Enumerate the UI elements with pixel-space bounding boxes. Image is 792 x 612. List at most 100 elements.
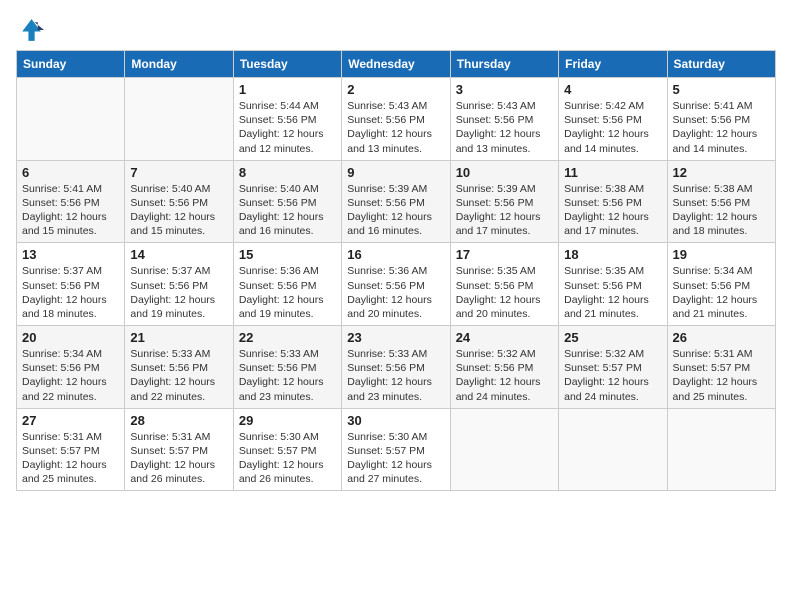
day-number: 3 — [456, 82, 553, 97]
day-number: 11 — [564, 165, 661, 180]
cell-info: Sunrise: 5:36 AM Sunset: 5:56 PM Dayligh… — [347, 264, 444, 321]
calendar-cell: 1 Sunrise: 5:44 AM Sunset: 5:56 PM Daylig… — [233, 78, 341, 161]
day-number: 6 — [22, 165, 119, 180]
calendar-cell: 15Sunrise: 5:36 AM Sunset: 5:56 PM Dayli… — [233, 243, 341, 326]
calendar-cell: 13Sunrise: 5:37 AM Sunset: 5:56 PM Dayli… — [17, 243, 125, 326]
day-number: 25 — [564, 330, 661, 345]
day-number: 27 — [22, 413, 119, 428]
day-number: 12 — [673, 165, 770, 180]
cell-info: Sunrise: 5:41 AM Sunset: 5:56 PM Dayligh… — [22, 182, 119, 239]
calendar-week-row: 13 Sunrise: 5:37 AM Sunset: 5:56 PM Dayli… — [17, 243, 776, 326]
day-number: 24 — [456, 330, 553, 345]
page-header — [16, 16, 776, 44]
day-number: 29 — [239, 413, 336, 428]
calendar-week-row: 20Sunrise: 5:34 AM Sunset: 5:56 PM Dayli… — [17, 326, 776, 409]
day-number: 9 — [347, 165, 444, 180]
calendar-cell: 6 Sunrise: 5:41 AM Sunset: 5:56 PM Daylig… — [17, 160, 125, 243]
column-header-thursday: Thursday — [450, 51, 558, 78]
column-header-tuesday: Tuesday — [233, 51, 341, 78]
cell-info: Sunrise: 5:33 AM Sunset: 5:56 PM Dayligh… — [347, 347, 444, 404]
cell-info: Sunrise: 5:31 AM Sunset: 5:57 PM Dayligh… — [130, 430, 227, 487]
calendar-cell — [125, 78, 233, 161]
calendar-cell: 25 Sunrise: 5:32 AM Sunset: 5:57 PM Dayli… — [559, 326, 667, 409]
cell-info: Sunrise: 5:43 AM Sunset: 5:56 PM Dayligh… — [347, 99, 444, 156]
day-number: 4 — [564, 82, 661, 97]
calendar-cell: 21 Sunrise: 5:33 AM Sunset: 5:56 PM Dayli… — [125, 326, 233, 409]
calendar-cell: 18 Sunrise: 5:35 AM Sunset: 5:56 PM Dayli… — [559, 243, 667, 326]
calendar-cell: 8Sunrise: 5:40 AM Sunset: 5:56 PM Daylig… — [233, 160, 341, 243]
logo — [16, 16, 48, 44]
calendar-cell: 23 Sunrise: 5:33 AM Sunset: 5:56 PM Dayli… — [342, 326, 450, 409]
cell-info: Sunrise: 5:33 AM Sunset: 5:56 PM Dayligh… — [239, 347, 336, 404]
column-header-monday: Monday — [125, 51, 233, 78]
calendar-week-row: 6 Sunrise: 5:41 AM Sunset: 5:56 PM Daylig… — [17, 160, 776, 243]
day-number: 18 — [564, 247, 661, 262]
cell-info: Sunrise: 5:36 AM Sunset: 5:56 PM Dayligh… — [239, 264, 336, 321]
cell-info: Sunrise: 5:31 AM Sunset: 5:57 PM Dayligh… — [673, 347, 770, 404]
day-number: 23 — [347, 330, 444, 345]
cell-info: Sunrise: 5:44 AM Sunset: 5:56 PM Dayligh… — [239, 99, 336, 156]
calendar-cell — [667, 408, 775, 491]
cell-info: Sunrise: 5:41 AM Sunset: 5:56 PM Dayligh… — [673, 99, 770, 156]
cell-info: Sunrise: 5:43 AM Sunset: 5:56 PM Dayligh… — [456, 99, 553, 156]
calendar-week-row: 27 Sunrise: 5:31 AM Sunset: 5:57 PM Dayli… — [17, 408, 776, 491]
day-number: 14 — [130, 247, 227, 262]
cell-info: Sunrise: 5:37 AM Sunset: 5:56 PM Dayligh… — [130, 264, 227, 321]
calendar-cell — [450, 408, 558, 491]
day-number: 17 — [456, 247, 553, 262]
calendar-cell: 11 Sunrise: 5:38 AM Sunset: 5:56 PM Dayli… — [559, 160, 667, 243]
cell-info: Sunrise: 5:38 AM Sunset: 5:56 PM Dayligh… — [673, 182, 770, 239]
calendar-cell: 16 Sunrise: 5:36 AM Sunset: 5:56 PM Dayli… — [342, 243, 450, 326]
cell-info: Sunrise: 5:32 AM Sunset: 5:57 PM Dayligh… — [564, 347, 661, 404]
calendar-table: SundayMondayTuesdayWednesdayThursdayFrid… — [16, 50, 776, 491]
day-number: 16 — [347, 247, 444, 262]
cell-info: Sunrise: 5:30 AM Sunset: 5:57 PM Dayligh… — [347, 430, 444, 487]
calendar-cell: 22 Sunrise: 5:33 AM Sunset: 5:56 PM Dayli… — [233, 326, 341, 409]
calendar-cell — [559, 408, 667, 491]
day-number: 10 — [456, 165, 553, 180]
calendar-cell: 9 Sunrise: 5:39 AM Sunset: 5:56 PM Daylig… — [342, 160, 450, 243]
cell-info: Sunrise: 5:39 AM Sunset: 5:56 PM Dayligh… — [347, 182, 444, 239]
cell-info: Sunrise: 5:38 AM Sunset: 5:56 PM Dayligh… — [564, 182, 661, 239]
day-number: 21 — [130, 330, 227, 345]
calendar-cell: 30 Sunrise: 5:30 AM Sunset: 5:57 PM Dayli… — [342, 408, 450, 491]
day-number: 13 — [22, 247, 119, 262]
calendar-cell: 24 Sunrise: 5:32 AM Sunset: 5:56 PM Dayli… — [450, 326, 558, 409]
day-number: 2 — [347, 82, 444, 97]
calendar-cell: 29 Sunrise: 5:30 AM Sunset: 5:57 PM Dayli… — [233, 408, 341, 491]
cell-info: Sunrise: 5:30 AM Sunset: 5:57 PM Dayligh… — [239, 430, 336, 487]
day-number: 7 — [130, 165, 227, 180]
calendar-cell: 26Sunrise: 5:31 AM Sunset: 5:57 PM Dayli… — [667, 326, 775, 409]
day-number: 5 — [673, 82, 770, 97]
column-header-sunday: Sunday — [17, 51, 125, 78]
day-number: 22 — [239, 330, 336, 345]
cell-info: Sunrise: 5:40 AM Sunset: 5:56 PM Dayligh… — [130, 182, 227, 239]
calendar-cell: 4 Sunrise: 5:42 AM Sunset: 5:56 PM Daylig… — [559, 78, 667, 161]
calendar-cell: 17 Sunrise: 5:35 AM Sunset: 5:56 PM Dayli… — [450, 243, 558, 326]
cell-info: Sunrise: 5:34 AM Sunset: 5:56 PM Dayligh… — [673, 264, 770, 321]
cell-info: Sunrise: 5:33 AM Sunset: 5:56 PM Dayligh… — [130, 347, 227, 404]
day-number: 20 — [22, 330, 119, 345]
calendar-cell: 14 Sunrise: 5:37 AM Sunset: 5:56 PM Dayli… — [125, 243, 233, 326]
cell-info: Sunrise: 5:31 AM Sunset: 5:57 PM Dayligh… — [22, 430, 119, 487]
day-number: 1 — [239, 82, 336, 97]
cell-info: Sunrise: 5:35 AM Sunset: 5:56 PM Dayligh… — [564, 264, 661, 321]
calendar-cell: 19 Sunrise: 5:34 AM Sunset: 5:56 PM Dayli… — [667, 243, 775, 326]
cell-info: Sunrise: 5:32 AM Sunset: 5:56 PM Dayligh… — [456, 347, 553, 404]
cell-info: Sunrise: 5:40 AM Sunset: 5:56 PM Dayligh… — [239, 182, 336, 239]
calendar-header-row: SundayMondayTuesdayWednesdayThursdayFrid… — [17, 51, 776, 78]
logo-icon — [16, 16, 44, 44]
calendar-week-row: 1 Sunrise: 5:44 AM Sunset: 5:56 PM Daylig… — [17, 78, 776, 161]
calendar-cell: 7 Sunrise: 5:40 AM Sunset: 5:56 PM Daylig… — [125, 160, 233, 243]
cell-info: Sunrise: 5:35 AM Sunset: 5:56 PM Dayligh… — [456, 264, 553, 321]
calendar-cell — [17, 78, 125, 161]
calendar-cell: 5 Sunrise: 5:41 AM Sunset: 5:56 PM Daylig… — [667, 78, 775, 161]
day-number: 30 — [347, 413, 444, 428]
column-header-saturday: Saturday — [667, 51, 775, 78]
calendar-cell: 3 Sunrise: 5:43 AM Sunset: 5:56 PM Daylig… — [450, 78, 558, 161]
cell-info: Sunrise: 5:42 AM Sunset: 5:56 PM Dayligh… — [564, 99, 661, 156]
calendar-cell: 20Sunrise: 5:34 AM Sunset: 5:56 PM Dayli… — [17, 326, 125, 409]
calendar-cell: 2 Sunrise: 5:43 AM Sunset: 5:56 PM Daylig… — [342, 78, 450, 161]
day-number: 19 — [673, 247, 770, 262]
calendar-cell: 27 Sunrise: 5:31 AM Sunset: 5:57 PM Dayli… — [17, 408, 125, 491]
